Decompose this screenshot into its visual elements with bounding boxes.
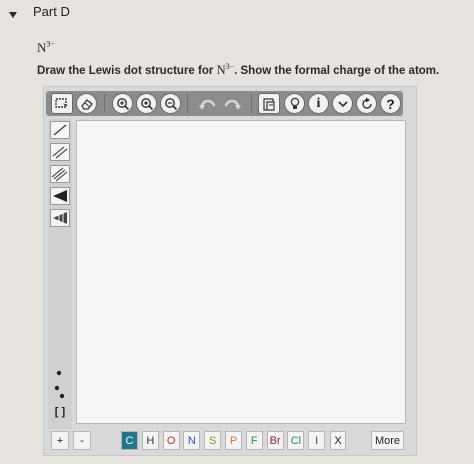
lone-pair-icon[interactable] <box>50 383 70 401</box>
charge-plus-button[interactable]: + <box>51 431 69 450</box>
clipboard-icon[interactable] <box>258 93 280 114</box>
chevron-down-icon[interactable] <box>332 93 353 114</box>
element-button-f[interactable]: F <box>245 431 263 450</box>
zoom-fit-icon[interactable] <box>136 93 157 114</box>
element-button-h[interactable]: H <box>141 431 159 450</box>
ion-formula: N3− <box>37 40 55 56</box>
more-elements-button[interactable]: More <box>371 431 404 450</box>
element-button-o[interactable]: O <box>162 431 180 450</box>
element-button-p[interactable]: P <box>225 431 242 450</box>
toolbar-separator <box>187 94 188 113</box>
triple-bond-icon[interactable] <box>50 165 70 183</box>
drawing-canvas[interactable] <box>76 120 406 424</box>
help-icon[interactable]: ? <box>380 93 401 114</box>
question-formula-charge: 3− <box>225 61 235 71</box>
element-button-cl[interactable]: Cl <box>287 431 305 450</box>
lone-electron-icon[interactable] <box>50 364 70 382</box>
element-button-n[interactable]: N <box>183 431 201 450</box>
eraser-icon[interactable] <box>76 93 97 114</box>
select-lasso-icon[interactable] <box>51 93 73 114</box>
toolbar-separator <box>104 94 105 113</box>
charge-minus-button[interactable]: - <box>73 431 91 450</box>
ion-charge: 3− <box>46 39 55 49</box>
element-button-br[interactable]: Br <box>266 431 284 450</box>
info-icon[interactable]: i <box>308 93 329 114</box>
reset-icon[interactable] <box>356 93 377 114</box>
element-button-s[interactable]: S <box>204 431 222 450</box>
toolbar-separator <box>251 94 252 113</box>
question-formula: N3− <box>216 61 235 77</box>
lightbulb-icon[interactable] <box>284 93 305 114</box>
element-button-c[interactable]: C <box>121 431 138 450</box>
brackets-icon[interactable]: [ ] <box>50 403 70 421</box>
question-prefix: Draw the Lewis dot structure for <box>37 65 214 77</box>
single-bond-icon[interactable] <box>50 121 70 139</box>
ion-symbol: N <box>37 40 47 55</box>
close-palette-button[interactable]: X <box>330 431 346 450</box>
redo-icon[interactable] <box>221 93 242 114</box>
editor-toolbar: i ? <box>46 91 403 116</box>
double-bond-icon[interactable] <box>50 143 70 161</box>
question-suffix: . Show the formal charge of the atom. <box>234 65 440 77</box>
question-formula-symbol: N <box>216 63 226 77</box>
wedge-bond-icon[interactable] <box>50 187 70 205</box>
part-title[interactable]: Part D <box>33 4 70 19</box>
zoom-in-icon[interactable] <box>112 93 133 114</box>
triangle-down-icon[interactable] <box>8 7 18 18</box>
element-button-i[interactable]: I <box>308 431 326 450</box>
hash-bond-icon[interactable] <box>50 209 70 227</box>
undo-icon[interactable] <box>197 93 218 114</box>
question-text: Draw the Lewis dot structure for N3−. Sh… <box>37 61 440 78</box>
zoom-out-icon[interactable] <box>160 93 181 114</box>
